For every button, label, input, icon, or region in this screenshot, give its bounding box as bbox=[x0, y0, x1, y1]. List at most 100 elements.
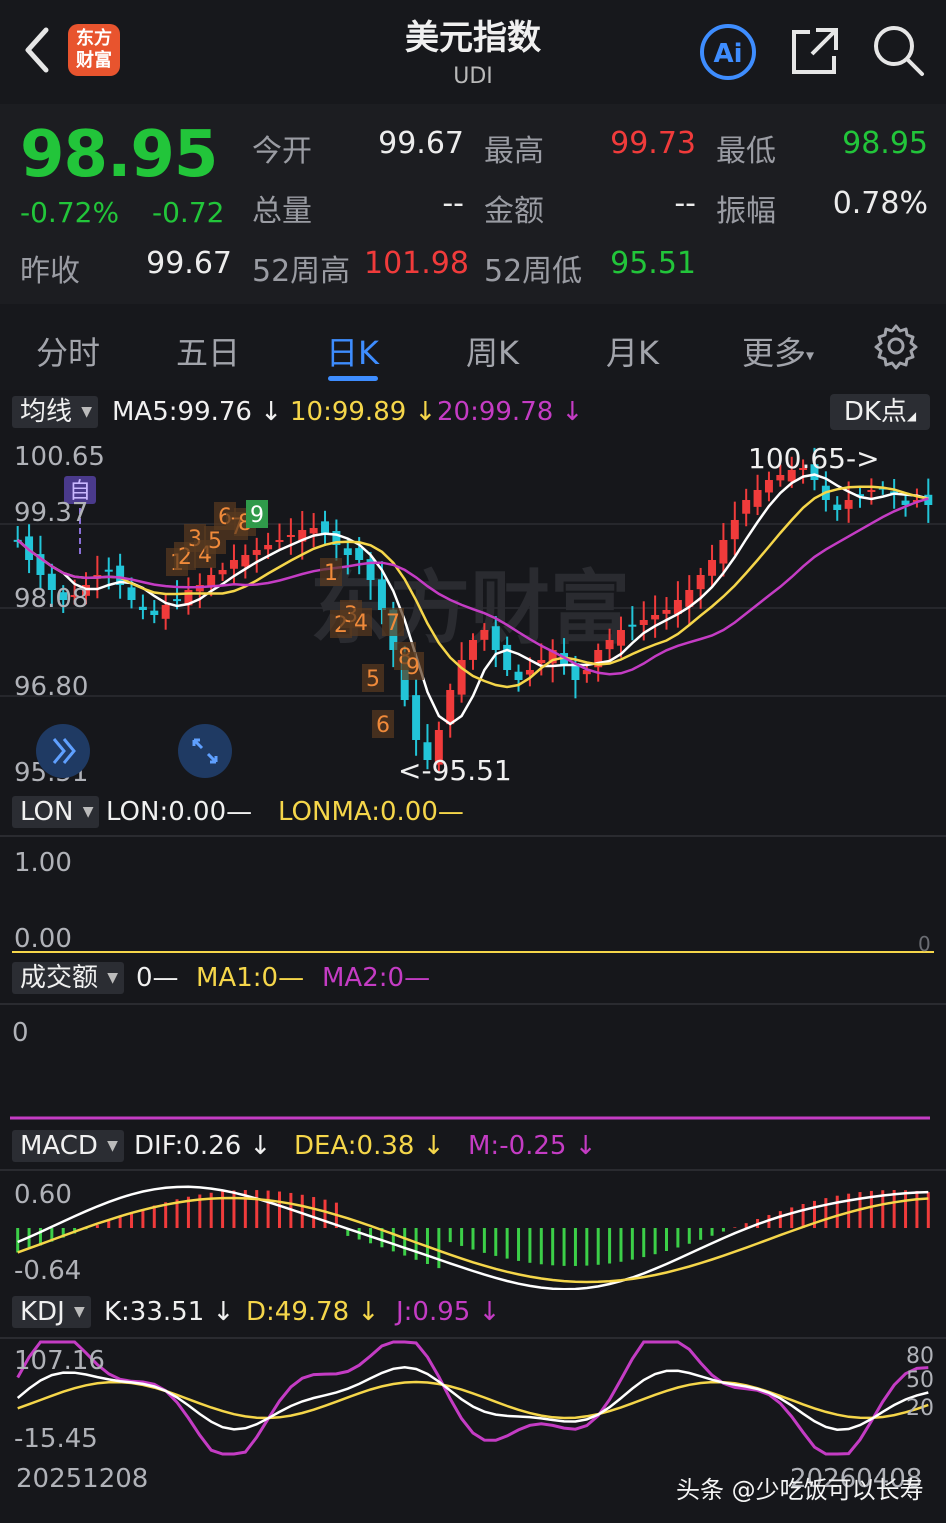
kdj-legend-bar: KDJ ▼ K:33.51 ↓ D:49.78 ↓ J:0.95 ↓ bbox=[0, 1292, 946, 1332]
candle-body bbox=[275, 540, 284, 542]
tab-intraday[interactable]: 分时 bbox=[36, 328, 100, 374]
share-icon[interactable] bbox=[788, 24, 842, 78]
double-chevron-right-icon bbox=[52, 738, 76, 764]
wk52-low-value: 95.51 bbox=[610, 246, 696, 281]
prev-close-label: 昨收 bbox=[20, 254, 80, 289]
price-tick-4: 96.80 bbox=[14, 672, 89, 702]
candle-body bbox=[730, 520, 739, 540]
start-date: 20251208 bbox=[16, 1464, 149, 1494]
ai-label: Ai bbox=[713, 39, 742, 69]
amount-selector-label: 成交额 bbox=[20, 963, 99, 993]
candle-body bbox=[776, 475, 785, 481]
caret-down-icon: ▾ bbox=[806, 345, 815, 365]
ma20-text: 20:99.78 bbox=[437, 397, 554, 427]
candle-body bbox=[639, 620, 648, 625]
candle-body bbox=[514, 671, 523, 680]
kdj-lines bbox=[16, 1340, 929, 1456]
candle-body bbox=[833, 504, 842, 510]
j-readout: J:0.95 ↓ bbox=[396, 1297, 501, 1327]
macd-chart bbox=[0, 1169, 946, 1290]
kdj-selector[interactable]: KDJ ▼ bbox=[12, 1296, 91, 1328]
tab-five-day[interactable]: 五日 bbox=[176, 328, 240, 374]
search-icon[interactable] bbox=[870, 22, 926, 78]
price-tick-2: 99.37 bbox=[14, 498, 89, 528]
candle-body bbox=[844, 500, 853, 509]
tab-daily-k[interactable]: 日K bbox=[326, 328, 379, 374]
candle-body bbox=[377, 579, 386, 610]
expand-left-button[interactable] bbox=[36, 724, 90, 778]
dea-text: DEA:0.38 bbox=[294, 1131, 415, 1161]
tab-more[interactable]: 更多▾ bbox=[742, 328, 814, 374]
j-text: J:0.95 bbox=[396, 1297, 471, 1327]
candle-body bbox=[264, 545, 273, 550]
candle-body bbox=[469, 640, 477, 660]
macd-selector-label: MACD bbox=[20, 1131, 98, 1161]
amplitude-value: 0.78% bbox=[832, 186, 928, 221]
dif-readout: DIF:0.26 ↓ bbox=[134, 1131, 272, 1161]
price-tick-1: 100.65 bbox=[14, 442, 105, 472]
lon-readout: LON:0.00— bbox=[106, 797, 253, 827]
macd-selector[interactable]: MACD ▼ bbox=[12, 1130, 124, 1162]
ma10-text: 10:99.89 bbox=[290, 397, 407, 427]
amount-tick: 0 bbox=[12, 1018, 29, 1048]
amount-legend-bar: 成交额 ▼ 0— MA1:0— MA2:0— bbox=[0, 958, 946, 998]
open-label: 今开 bbox=[252, 134, 312, 169]
candle-body bbox=[867, 490, 876, 492]
candle-body bbox=[764, 480, 773, 493]
change-value: -0.72 bbox=[152, 196, 225, 229]
ai-assistant-icon[interactable]: Ai bbox=[698, 22, 758, 82]
candle-body bbox=[104, 569, 113, 572]
ma5-readout: MA5:99.76 ↓ bbox=[112, 397, 283, 427]
candle-body bbox=[309, 528, 318, 534]
lon-selector[interactable]: LON ▼ bbox=[12, 796, 100, 828]
low-marker-label: <-95.51 bbox=[398, 754, 512, 787]
kdj-right-tick-50: 50 bbox=[906, 1368, 934, 1393]
lon-right-value: 0 bbox=[918, 932, 931, 956]
gear-icon[interactable] bbox=[872, 322, 920, 370]
dk-point-button[interactable]: DK点◢ bbox=[830, 394, 930, 430]
macd-histogram bbox=[16, 1190, 930, 1269]
candlestick-chart[interactable]: 东方财富 123456781234567899 自 100.65-> <-95.… bbox=[0, 436, 946, 790]
active-tab-indicator bbox=[328, 376, 378, 381]
candle-body bbox=[412, 695, 421, 740]
tab-weekly-k[interactable]: 周K bbox=[466, 328, 519, 374]
candle-body bbox=[491, 626, 500, 650]
ma5-text: MA5:99.76 bbox=[112, 397, 252, 427]
amount-ma2-readout: MA2:0— bbox=[322, 963, 431, 993]
amount-selector[interactable]: 成交额 ▼ bbox=[12, 962, 125, 994]
signal-marker-digit: 7 bbox=[386, 611, 400, 636]
signal-marker-digit: 9 bbox=[406, 655, 420, 680]
tab-monthly-k[interactable]: 月K bbox=[606, 328, 659, 374]
lon-chart bbox=[0, 835, 946, 953]
ma10-readout: 10:99.89 ↓ bbox=[290, 397, 437, 427]
d-text: D:49.78 bbox=[246, 1297, 350, 1327]
kdj-right-tick-80: 80 bbox=[906, 1344, 934, 1369]
amount-readout: 0— bbox=[136, 963, 179, 993]
candle-body bbox=[503, 644, 512, 670]
candle-body bbox=[343, 548, 352, 555]
candle-body bbox=[446, 690, 455, 725]
kdj-right-tick-20: 20 bbox=[906, 1396, 934, 1421]
candle-body bbox=[150, 610, 159, 615]
candle-body bbox=[138, 606, 147, 610]
caret-down-icon: ▼ bbox=[107, 1138, 118, 1154]
ma-selector[interactable]: 均线 ▼ bbox=[12, 396, 99, 428]
candle-body bbox=[241, 555, 250, 567]
lon-tick-1: 1.00 bbox=[14, 848, 72, 878]
candle-body bbox=[742, 500, 751, 514]
fullscreen-icon bbox=[192, 738, 218, 764]
lon-legend-bar: LON ▼ LON:0.00— LONMA:0.00— bbox=[0, 792, 946, 832]
volume-label: 总量 bbox=[252, 194, 312, 229]
candle-body bbox=[218, 570, 227, 575]
fullscreen-button[interactable] bbox=[178, 724, 232, 778]
amplitude-label: 振幅 bbox=[716, 194, 776, 229]
change-percent: -0.72% bbox=[20, 196, 120, 229]
wk52-low-label: 52周低 bbox=[484, 254, 583, 289]
candle-body bbox=[173, 599, 182, 602]
tab-more-label: 更多 bbox=[742, 334, 807, 372]
wk52-high-label: 52周高 bbox=[252, 254, 351, 289]
ma20-readout: 20:99.78 ↓ bbox=[437, 397, 584, 427]
kdj-tick-2: -15.45 bbox=[14, 1424, 98, 1454]
wk52-high-value: 101.98 bbox=[364, 246, 469, 281]
signal-marker-digit: 1 bbox=[324, 561, 338, 586]
